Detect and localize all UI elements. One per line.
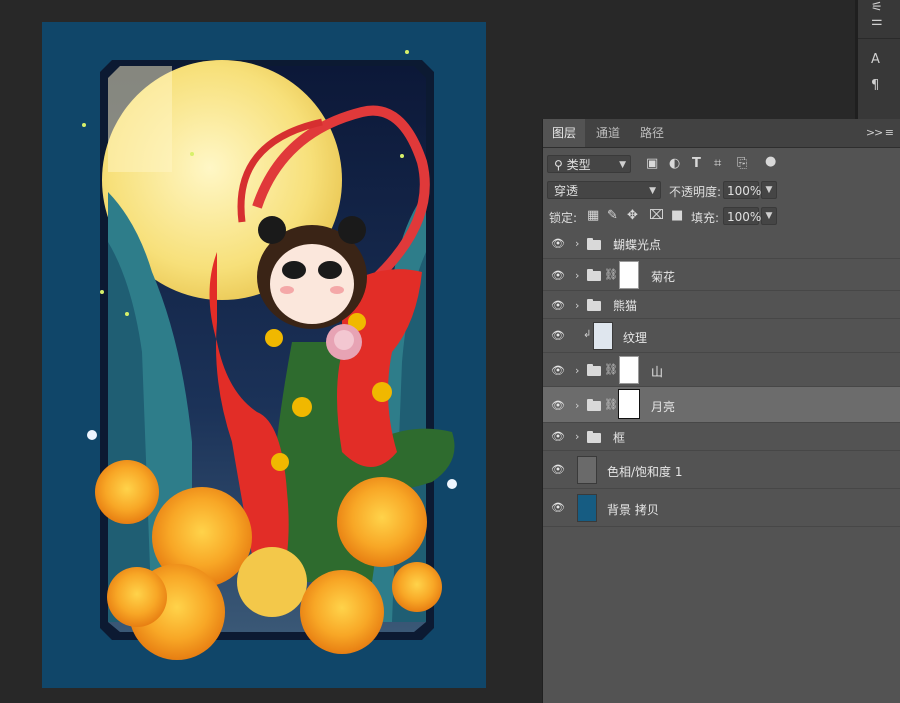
layer-row[interactable]: 👁 › 框: [543, 423, 900, 451]
chevron-down-icon: ▼: [619, 160, 626, 170]
panel-expand-icon[interactable]: >> ≡: [866, 119, 894, 147]
layer-thumbnail[interactable]: [577, 494, 597, 522]
blend-mode-dropdown[interactable]: 穿透 ▼: [547, 181, 661, 199]
adjustment-layer-thumbnail[interactable]: [577, 456, 597, 484]
lock-artboard-icon[interactable]: ⌧: [649, 208, 664, 223]
layer-name: 山: [651, 365, 664, 379]
layer-row[interactable]: 👁 › ⛓ 菊花: [543, 259, 900, 291]
eye-icon[interactable]: 👁: [551, 299, 565, 312]
clipping-mask-icon: ↲: [583, 329, 592, 340]
folder-icon: [587, 364, 601, 376]
fill-label: 填充:: [691, 211, 720, 225]
folder-icon: [587, 269, 601, 281]
filter-adjust-icon[interactable]: ◐: [669, 156, 680, 171]
filter-smart-icon[interactable]: ⎘: [737, 156, 747, 171]
lock-pixels-icon[interactable]: ▦: [587, 208, 599, 223]
layer-name: 菊花: [651, 270, 676, 284]
layer-row[interactable]: 👁 › 蝴蝶光点: [543, 229, 900, 259]
chevron-right-icon[interactable]: ›: [575, 364, 579, 377]
layer-name: 色相/饱和度 1: [607, 465, 683, 479]
paragraph-panel-icon[interactable]: ¶: [871, 78, 895, 96]
tab-channels[interactable]: 通道: [587, 119, 629, 147]
chevron-right-icon[interactable]: ›: [575, 430, 579, 443]
layer-row[interactable]: 👁 › ⛓ 月亮: [543, 387, 900, 423]
eye-icon[interactable]: 👁: [551, 430, 565, 443]
tab-paths[interactable]: 路径: [631, 119, 673, 147]
layer-name: 背景 拷贝: [607, 503, 659, 517]
layer-row[interactable]: 👁 ↲ 纹理: [543, 319, 900, 353]
filter-row: ⚲ 类型 ▼ ▣ ◐ T ⌗ ⎘ ●: [543, 154, 900, 177]
eye-icon[interactable]: 👁: [551, 237, 565, 250]
eye-icon[interactable]: 👁: [551, 269, 565, 282]
filter-type-value: 类型: [566, 158, 591, 172]
blend-mode-value: 穿透: [554, 184, 579, 198]
artwork-image: [42, 22, 486, 688]
chevron-right-icon[interactable]: ›: [575, 237, 579, 250]
document-canvas[interactable]: [0, 0, 542, 703]
link-icon[interactable]: ⛓: [604, 398, 618, 411]
filter-type-dropdown[interactable]: ⚲ 类型 ▼: [547, 155, 631, 173]
layer-row[interactable]: 👁 › ⛓ 山: [543, 353, 900, 387]
folder-icon: [587, 238, 601, 250]
eye-icon[interactable]: 👁: [551, 463, 565, 476]
search-icon: ⚲: [554, 158, 567, 172]
layer-row[interactable]: 👁 色相/饱和度 1: [543, 451, 900, 489]
lock-label: 锁定:: [549, 211, 578, 225]
layer-row[interactable]: 👁 背景 拷贝: [543, 489, 900, 527]
tab-layers[interactable]: 图层: [543, 119, 585, 147]
opacity-input[interactable]: 100%: [723, 181, 762, 199]
lock-move-icon[interactable]: ✥: [627, 208, 638, 223]
strip-separator: [858, 38, 900, 39]
lock-brush-icon[interactable]: ✎: [607, 208, 618, 223]
eye-icon[interactable]: 👁: [551, 399, 565, 412]
eye-icon[interactable]: 👁: [551, 364, 565, 377]
link-icon[interactable]: ⛓: [604, 363, 618, 376]
eye-icon[interactable]: 👁: [551, 501, 565, 514]
blend-row: 穿透 ▼ 不透明度: 100% ▼: [543, 181, 900, 203]
opacity-label: 不透明度:: [669, 185, 722, 199]
chevron-down-icon: ▼: [649, 186, 656, 196]
eye-icon[interactable]: 👁: [551, 329, 565, 342]
fill-value: 100%: [727, 210, 762, 224]
filter-image-icon[interactable]: ▣: [646, 156, 658, 171]
layer-thumbnail[interactable]: [593, 322, 613, 350]
fill-dropdown-button[interactable]: ▼: [761, 207, 777, 225]
layer-row[interactable]: 👁 › 熊猫: [543, 291, 900, 319]
folder-icon: [587, 299, 601, 311]
panel-tabbar: 图层 通道 路径 >> ≡: [543, 119, 900, 148]
layers-panel: 图层 通道 路径 >> ≡ ⚲ 类型 ▼ ▣ ◐ T ⌗ ⎘ ● 穿透 ▼ 不透…: [542, 119, 900, 703]
chevron-right-icon[interactable]: ›: [575, 399, 579, 412]
layer-name: 纹理: [623, 331, 648, 345]
filter-toggle-icon[interactable]: ●: [765, 154, 776, 169]
link-icon[interactable]: ⛓: [604, 268, 618, 281]
layer-name: 熊猫: [613, 299, 638, 313]
chevron-right-icon[interactable]: ›: [575, 299, 579, 312]
layer-name: 月亮: [651, 400, 676, 414]
opacity-value: 100%: [727, 184, 762, 198]
opacity-dropdown-button[interactable]: ▼: [761, 181, 777, 199]
lock-all-icon[interactable]: ■: [671, 208, 683, 223]
properties-sliders-icon[interactable]: ⚌: [871, 14, 895, 32]
strip-divider: [855, 0, 858, 120]
layer-name: 蝴蝶光点: [613, 238, 662, 252]
folder-icon: [587, 431, 601, 443]
collapsed-panels-strip: ⚟ ⚌ A ¶: [855, 0, 900, 120]
fill-input[interactable]: 100%: [723, 207, 762, 225]
layer-mask-thumbnail[interactable]: [619, 356, 639, 384]
layer-mask-thumbnail[interactable]: [619, 261, 639, 289]
folder-icon: [587, 399, 601, 411]
character-panel-icon[interactable]: A: [871, 52, 895, 70]
layer-mask-thumbnail[interactable]: [618, 389, 640, 419]
chevron-right-icon[interactable]: ›: [575, 269, 579, 282]
lock-row: 锁定: ▦ ✎ ✥ ⌧ ■ 填充: 100% ▼: [543, 207, 900, 229]
filter-shape-icon[interactable]: ⌗: [714, 156, 721, 171]
filter-type-icon[interactable]: T: [692, 156, 701, 171]
layer-name: 框: [613, 431, 626, 445]
